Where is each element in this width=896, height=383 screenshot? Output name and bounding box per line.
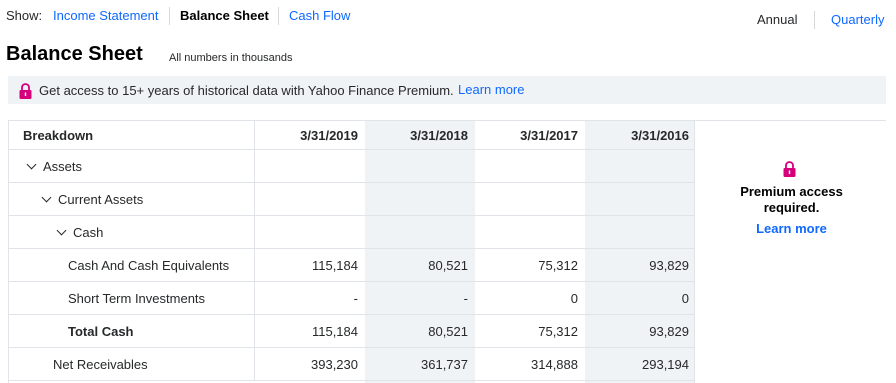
expand-assets-toggle[interactable]: Assets bbox=[9, 150, 255, 182]
tab-balance-sheet[interactable]: Balance Sheet bbox=[180, 8, 269, 23]
table-cell: 75,312 bbox=[538, 323, 578, 339]
column-header: 3/31/2016 bbox=[631, 127, 689, 143]
tab-income-statement[interactable]: Income Statement bbox=[53, 8, 159, 23]
lock-icon bbox=[783, 161, 796, 177]
page-title: Balance Sheet bbox=[6, 43, 143, 65]
table-cell: - bbox=[463, 290, 468, 306]
column-header: 3/31/2017 bbox=[520, 127, 578, 143]
table-row: Cash bbox=[9, 216, 694, 249]
column-header: 3/31/2019 bbox=[300, 127, 358, 143]
tab-cash-flow[interactable]: Cash Flow bbox=[289, 8, 350, 23]
expand-current-assets-toggle[interactable]: Current Assets bbox=[9, 183, 255, 215]
balance-sheet-table: Breakdown 3/31/2019 3/31/2018 3/31/2017 … bbox=[8, 120, 886, 383]
divider bbox=[278, 7, 279, 25]
period-annual-button[interactable]: Annual bbox=[757, 12, 797, 27]
row-label: Cash bbox=[73, 224, 104, 240]
row-label: Net Receivables bbox=[9, 348, 255, 380]
row-label: Short Term Investments bbox=[9, 282, 255, 314]
table-cell: 115,184 bbox=[311, 257, 358, 273]
lock-icon bbox=[19, 83, 32, 99]
expand-cash-toggle[interactable]: Cash bbox=[9, 216, 255, 248]
column-header: 3/31/2018 bbox=[410, 127, 468, 143]
table-cell: 80,521 bbox=[428, 323, 468, 339]
table-cell: 0 bbox=[681, 290, 689, 306]
table-header-row: Breakdown 3/31/2019 3/31/2018 3/31/2017 … bbox=[9, 121, 694, 150]
breakdown-header: Breakdown bbox=[9, 121, 255, 149]
row-label: Total Cash bbox=[9, 315, 255, 347]
table-row: Cash And Cash Equivalents 115,184 80,521… bbox=[9, 249, 694, 282]
table-row: Short Term Investments - - 0 0 bbox=[9, 282, 694, 315]
statement-nav: Show: Income Statement Balance Sheet Cas… bbox=[0, 0, 896, 34]
row-label: Cash And Cash Equivalents bbox=[9, 249, 255, 281]
divider bbox=[169, 7, 170, 25]
row-label: Current Assets bbox=[58, 191, 144, 207]
table-cell: 75,312 bbox=[538, 257, 578, 273]
table-cell: 361,737 bbox=[421, 356, 468, 372]
table-cell: 115,184 bbox=[311, 323, 358, 339]
table-row: Net Receivables 393,230 361,737 314,888 … bbox=[9, 348, 694, 381]
table-row: Assets bbox=[9, 150, 694, 183]
show-label: Show: bbox=[6, 8, 43, 23]
table-cell: - bbox=[353, 290, 358, 306]
table-cell: 93,829 bbox=[649, 257, 689, 273]
divider bbox=[814, 11, 815, 29]
period-quarterly-button[interactable]: Quarterly bbox=[831, 12, 884, 27]
chevron-down-icon bbox=[26, 159, 37, 169]
promo-text: Get access to 15+ years of historical da… bbox=[39, 83, 454, 98]
chevron-down-icon bbox=[56, 225, 67, 235]
chevron-down-icon bbox=[41, 192, 52, 202]
premium-learn-more-link[interactable]: Learn more bbox=[695, 221, 886, 236]
table-cell: 393,230 bbox=[311, 356, 358, 372]
promo-learn-more-link[interactable]: Learn more bbox=[458, 82, 524, 97]
table-cell: 0 bbox=[570, 290, 578, 306]
table-row: Total Cash 115,184 80,521 75,312 93,829 bbox=[9, 315, 694, 348]
table-cell: 80,521 bbox=[428, 257, 468, 273]
table-cell: 93,829 bbox=[649, 323, 689, 339]
table-cell: 293,194 bbox=[642, 356, 689, 372]
premium-promo-banner: Get access to 15+ years of historical da… bbox=[8, 76, 886, 104]
table-row: Current Assets bbox=[9, 183, 694, 216]
premium-access-panel: Premium access required. Learn more bbox=[694, 121, 886, 383]
table-cell: 314,888 bbox=[531, 356, 578, 372]
row-label: Assets bbox=[43, 158, 83, 174]
premium-required-text: Premium access required. bbox=[740, 184, 843, 215]
units-note: All numbers in thousands bbox=[169, 52, 293, 64]
